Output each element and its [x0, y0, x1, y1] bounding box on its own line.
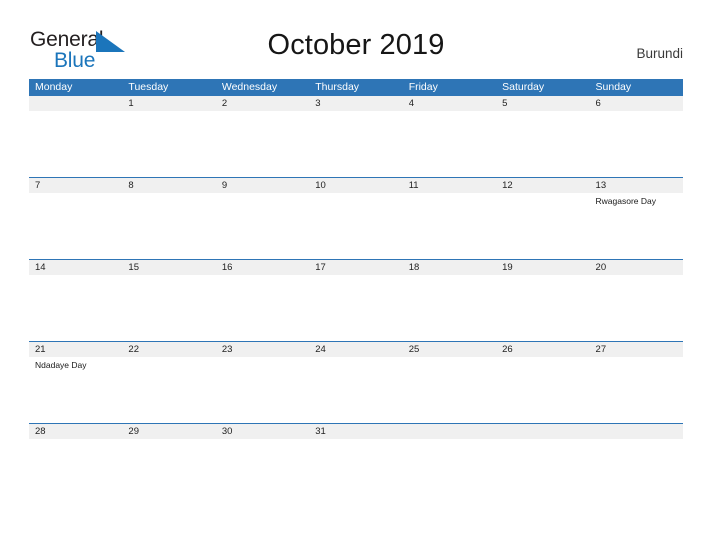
- day-number-15[interactable]: 15: [122, 260, 215, 275]
- country-label: Burundi: [636, 46, 683, 61]
- day-cell-empty: [216, 275, 309, 341]
- day-cell-empty: [309, 439, 402, 505]
- day-cell-empty: [403, 111, 496, 177]
- day-cell-empty: [590, 111, 683, 177]
- day-number-4[interactable]: 4: [403, 96, 496, 111]
- day-cell-empty: [29, 193, 122, 259]
- week-date-band: 28 29 30 31: [29, 424, 683, 439]
- day-cell-empty: [309, 193, 402, 259]
- weekday-header-sunday: Sunday: [595, 81, 632, 93]
- day-cell-empty: [403, 357, 496, 423]
- day-number-25[interactable]: 25: [403, 342, 496, 357]
- day-cell-empty: [309, 357, 402, 423]
- day-cell-empty: [29, 111, 122, 177]
- day-number-19[interactable]: 19: [496, 260, 589, 275]
- day-number-12[interactable]: 12: [496, 178, 589, 193]
- week-event-band: Rwagasore Day: [29, 193, 683, 259]
- day-number-21[interactable]: 21: [29, 342, 122, 357]
- day-cell-empty: [122, 357, 215, 423]
- day-cell-empty: [29, 275, 122, 341]
- day-number-6[interactable]: 6: [590, 96, 683, 111]
- day-number-17[interactable]: 17: [309, 260, 402, 275]
- week-date-band: 21 22 23 24 25 26 27: [29, 342, 683, 357]
- day-cell-empty: [216, 439, 309, 505]
- day-number-31[interactable]: 31: [309, 424, 402, 439]
- day-cell-empty: [403, 439, 496, 505]
- week-event-band: [29, 439, 683, 505]
- day-number-24[interactable]: 24: [309, 342, 402, 357]
- day-cell-empty: [122, 193, 215, 259]
- day-number-16[interactable]: 16: [216, 260, 309, 275]
- day-number-26[interactable]: 26: [496, 342, 589, 357]
- week-event-band: [29, 111, 683, 177]
- day-cell-empty: [403, 275, 496, 341]
- day-number-1[interactable]: 1: [122, 96, 215, 111]
- calendar-week-row: 123456: [29, 96, 683, 177]
- week-event-band: [29, 275, 683, 341]
- weekday-header-saturday: Saturday: [502, 81, 545, 93]
- calendar-week-row: 28 29 30 31: [29, 423, 683, 505]
- calendar-week-row: 7 8 9 10 11 12 13 Rwagasore Day: [29, 177, 683, 259]
- day-number-empty: [403, 424, 496, 439]
- day-number-20[interactable]: 20: [590, 260, 683, 275]
- holiday-label[interactable]: Ndadaye Day: [29, 357, 122, 423]
- day-cell-empty: [309, 275, 402, 341]
- day-cell-empty: [496, 111, 589, 177]
- day-cell-empty: [590, 439, 683, 505]
- day-number-empty: [590, 424, 683, 439]
- calendar-grid: Monday Tuesday Wednesday Thursday Friday Satu…: [29, 79, 683, 505]
- day-cell-empty: [216, 357, 309, 423]
- day-number-9[interactable]: 9: [216, 178, 309, 193]
- calendar-week-row: 14 15 16 17 18 19 20: [29, 259, 683, 341]
- day-cell-empty: [122, 111, 215, 177]
- day-cell-empty: [403, 193, 496, 259]
- week-date-band: 123456: [29, 96, 683, 111]
- day-cell-empty: [122, 275, 215, 341]
- day-cell-empty: [216, 111, 309, 177]
- weekday-header-monday: Monday: [35, 81, 73, 93]
- day-number-28[interactable]: 28: [29, 424, 122, 439]
- day-cell-empty: [216, 193, 309, 259]
- weekday-header-wednesday: Wednesday: [221, 81, 278, 93]
- holiday-label[interactable]: Rwagasore Day: [590, 193, 683, 259]
- day-number-2[interactable]: 2: [216, 96, 309, 111]
- day-cell-empty: [496, 193, 589, 259]
- page-title: October 2019: [267, 29, 445, 61]
- calendar-week-row: 21 22 23 24 25 26 27 Ndadaye Day: [29, 341, 683, 423]
- day-number-29[interactable]: 29: [122, 424, 215, 439]
- day-number-23[interactable]: 23: [216, 342, 309, 357]
- day-cell-empty: [309, 111, 402, 177]
- weekday-header-tuesday: Tuesday: [128, 81, 169, 93]
- day-cell-empty: [590, 357, 683, 423]
- day-number-3[interactable]: 3: [309, 96, 402, 111]
- day-cell-empty: [496, 439, 589, 505]
- weekday-header-row: Monday Tuesday Wednesday Thursday Friday Satu…: [29, 79, 683, 96]
- day-number-18[interactable]: 18: [403, 260, 496, 275]
- day-number-8[interactable]: 8: [122, 178, 215, 193]
- day-cell-empty: [29, 439, 122, 505]
- page-header: General Blue October 2019 Burundi: [0, 0, 712, 78]
- day-number-27[interactable]: 27: [590, 342, 683, 357]
- day-number-22[interactable]: 22: [122, 342, 215, 357]
- day-number-11[interactable]: 11: [403, 178, 496, 193]
- day-cell-empty: [590, 275, 683, 341]
- day-number-7[interactable]: 7: [29, 178, 122, 193]
- day-number-5[interactable]: 5: [496, 96, 589, 111]
- week-date-band: 7 8 9 10 11 12 13: [29, 178, 683, 193]
- calendar-page: General Blue October 2019 Burundi Monday…: [0, 0, 712, 550]
- day-cell-empty: [496, 275, 589, 341]
- week-date-band: 14 15 16 17 18 19 20: [29, 260, 683, 275]
- weekday-header-thursday: Thursday: [315, 81, 360, 93]
- day-cell-empty: [122, 439, 215, 505]
- day-cell-empty: [496, 357, 589, 423]
- day-number-14[interactable]: 14: [29, 260, 122, 275]
- weekday-header-friday: Friday: [408, 81, 438, 93]
- calendar-weeks: 1 2 3 4 5 6 7 8 9 10 11 12 13 Rwagasore Day 14 15 16 17 18…: [29, 96, 683, 505]
- day-number-30[interactable]: 30: [216, 424, 309, 439]
- day-number-13[interactable]: 13: [590, 178, 683, 193]
- day-number-10[interactable]: 10: [309, 178, 402, 193]
- week-event-band: Ndadaye Day: [29, 357, 683, 423]
- day-number-empty: [496, 424, 589, 439]
- day-number-empty: [29, 96, 122, 111]
